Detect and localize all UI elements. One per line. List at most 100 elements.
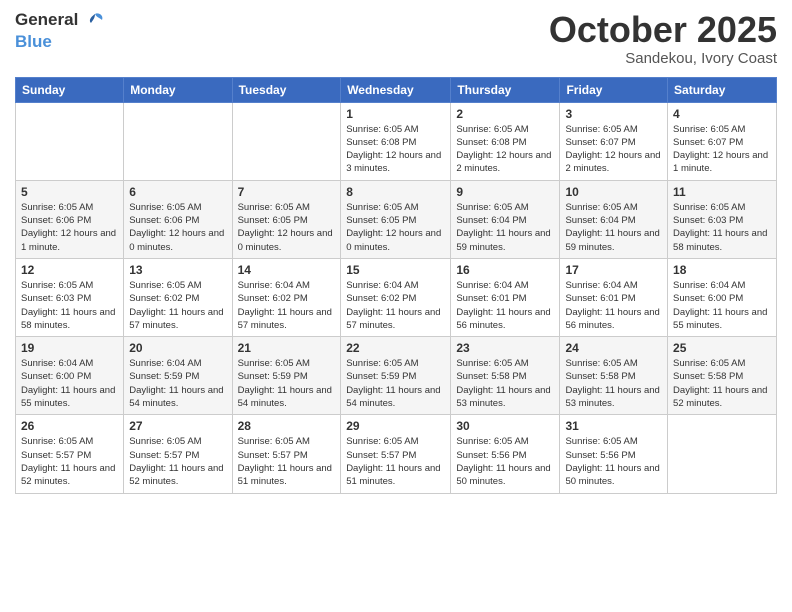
location: Sandekou, Ivory Coast [549,50,777,67]
calendar-cell: 17 Sunrise: 6:04 AM Sunset: 6:01 PM Dayli… [560,258,668,336]
calendar-week-row: 26 Sunrise: 6:05 AM Sunset: 5:57 PM Dayli… [16,415,777,493]
day-number: 13 [129,263,226,277]
day-number: 17 [565,263,662,277]
calendar-cell: 26Sunrise: 6:05 AM Sunset: 5:57 PM Dayli… [16,415,124,493]
day-info: Sunrise: 6:04 AM Sunset: 6:01 PM Dayligh… [565,279,662,332]
day-info: Sunrise: 6:05 AM Sunset: 5:56 PM Dayligh… [565,435,662,488]
col-monday: Monday [124,77,232,102]
day-info: Sunrise: 6:05 AM Sunset: 6:05 PM Dayligh… [346,201,445,254]
calendar-cell [668,415,777,493]
calendar-cell: 13 Sunrise: 6:05 AM Sunset: 6:02 PM Dayli… [124,258,232,336]
logo-general: General [15,10,78,29]
day-info: Sunrise: 6:05 AM Sunset: 6:03 PM Dayligh… [21,279,118,332]
month-title: October 2025 [549,10,777,50]
day-number: 30 [456,419,554,433]
calendar-cell: 28Sunrise: 6:05 AM Sunset: 5:57 PM Dayli… [232,415,341,493]
day-info: Sunrise: 6:04 AM Sunset: 6:00 PM Dayligh… [673,279,771,332]
calendar-cell: 8 Sunrise: 6:05 AM Sunset: 6:05 PM Daylig… [341,180,451,258]
day-number: 15 [346,263,445,277]
day-info: Sunrise: 6:05 AM Sunset: 5:57 PM Dayligh… [129,435,226,488]
calendar-cell: 21 Sunrise: 6:05 AM Sunset: 5:59 PM Dayli… [232,337,341,415]
day-number: 10 [565,185,662,199]
calendar-cell: 9Sunrise: 6:05 AM Sunset: 6:04 PM Daylig… [451,180,560,258]
calendar-week-row: 12 Sunrise: 6:05 AM Sunset: 6:03 PM Dayli… [16,258,777,336]
day-number: 2 [456,107,554,121]
day-number: 26 [21,419,118,433]
calendar-cell: 6 Sunrise: 6:05 AM Sunset: 6:06 PM Daylig… [124,180,232,258]
day-info: Sunrise: 6:05 AM Sunset: 6:06 PM Dayligh… [129,201,226,254]
day-info: Sunrise: 6:04 AM Sunset: 5:59 PM Dayligh… [129,357,226,410]
day-info: Sunrise: 6:05 AM Sunset: 5:58 PM Dayligh… [673,357,771,410]
day-info: Sunrise: 6:05 AM Sunset: 6:07 PM Dayligh… [673,123,771,176]
day-number: 29 [346,419,445,433]
calendar-cell [232,102,341,180]
calendar-week-row: 19 Sunrise: 6:04 AM Sunset: 6:00 PM Dayli… [16,337,777,415]
day-info: Sunrise: 6:05 AM Sunset: 6:08 PM Dayligh… [346,123,445,176]
calendar-cell: 4 Sunrise: 6:05 AM Sunset: 6:07 PM Daylig… [668,102,777,180]
calendar-cell: 22 Sunrise: 6:05 AM Sunset: 5:59 PM Dayli… [341,337,451,415]
calendar-cell: 16Sunrise: 6:04 AM Sunset: 6:01 PM Dayli… [451,258,560,336]
day-number: 3 [565,107,662,121]
calendar-cell: 14Sunrise: 6:04 AM Sunset: 6:02 PM Dayli… [232,258,341,336]
calendar-cell: 12 Sunrise: 6:05 AM Sunset: 6:03 PM Dayli… [16,258,124,336]
day-number: 27 [129,419,226,433]
calendar: Sunday Monday Tuesday Wednesday Thursday… [15,77,777,494]
col-wednesday: Wednesday [341,77,451,102]
day-number: 6 [129,185,226,199]
day-info: Sunrise: 6:05 AM Sunset: 5:59 PM Dayligh… [238,357,336,410]
calendar-cell: 1 Sunrise: 6:05 AM Sunset: 6:08 PM Daylig… [341,102,451,180]
col-sunday: Sunday [16,77,124,102]
calendar-cell: 24 Sunrise: 6:05 AM Sunset: 5:58 PM Dayli… [560,337,668,415]
day-number: 8 [346,185,445,199]
day-number: 22 [346,341,445,355]
calendar-cell: 3 Sunrise: 6:05 AM Sunset: 6:07 PM Daylig… [560,102,668,180]
day-number: 31 [565,419,662,433]
calendar-header-row: Sunday Monday Tuesday Wednesday Thursday… [16,77,777,102]
day-info: Sunrise: 6:05 AM Sunset: 6:07 PM Dayligh… [565,123,662,176]
day-number: 24 [565,341,662,355]
day-info: Sunrise: 6:05 AM Sunset: 6:02 PM Dayligh… [129,279,226,332]
day-info: Sunrise: 6:05 AM Sunset: 5:58 PM Dayligh… [565,357,662,410]
logo-text: General Blue [15,10,107,52]
day-info: Sunrise: 6:05 AM Sunset: 6:06 PM Dayligh… [21,201,118,254]
day-number: 25 [673,341,771,355]
day-info: Sunrise: 6:05 AM Sunset: 5:58 PM Dayligh… [456,357,554,410]
col-saturday: Saturday [668,77,777,102]
day-number: 7 [238,185,336,199]
col-friday: Friday [560,77,668,102]
day-number: 19 [21,341,118,355]
day-number: 4 [673,107,771,121]
calendar-cell: 11Sunrise: 6:05 AM Sunset: 6:03 PM Dayli… [668,180,777,258]
calendar-cell: 15 Sunrise: 6:04 AM Sunset: 6:02 PM Dayli… [341,258,451,336]
day-info: Sunrise: 6:05 AM Sunset: 5:57 PM Dayligh… [346,435,445,488]
day-number: 1 [346,107,445,121]
day-number: 14 [238,263,336,277]
logo: General Blue [15,10,107,52]
day-info: Sunrise: 6:05 AM Sunset: 5:57 PM Dayligh… [238,435,336,488]
calendar-cell: 20 Sunrise: 6:04 AM Sunset: 5:59 PM Dayli… [124,337,232,415]
logo-blue: Blue [15,32,52,51]
calendar-cell: 2 Sunrise: 6:05 AM Sunset: 6:08 PM Daylig… [451,102,560,180]
calendar-cell: 30Sunrise: 6:05 AM Sunset: 5:56 PM Dayli… [451,415,560,493]
day-number: 21 [238,341,336,355]
day-info: Sunrise: 6:04 AM Sunset: 6:02 PM Dayligh… [346,279,445,332]
day-info: Sunrise: 6:05 AM Sunset: 6:08 PM Dayligh… [456,123,554,176]
day-number: 11 [673,185,771,199]
calendar-cell [16,102,124,180]
day-info: Sunrise: 6:05 AM Sunset: 6:04 PM Dayligh… [565,201,662,254]
col-tuesday: Tuesday [232,77,341,102]
title-block: October 2025 Sandekou, Ivory Coast [549,10,777,67]
day-number: 20 [129,341,226,355]
day-info: Sunrise: 6:05 AM Sunset: 5:59 PM Dayligh… [346,357,445,410]
calendar-cell: 25 Sunrise: 6:05 AM Sunset: 5:58 PM Dayli… [668,337,777,415]
calendar-cell: 29 Sunrise: 6:05 AM Sunset: 5:57 PM Dayli… [341,415,451,493]
calendar-cell: 19 Sunrise: 6:04 AM Sunset: 6:00 PM Dayli… [16,337,124,415]
day-number: 12 [21,263,118,277]
calendar-week-row: 5 Sunrise: 6:05 AM Sunset: 6:06 PM Daylig… [16,180,777,258]
calendar-cell: 5 Sunrise: 6:05 AM Sunset: 6:06 PM Daylig… [16,180,124,258]
day-number: 18 [673,263,771,277]
calendar-cell: 23Sunrise: 6:05 AM Sunset: 5:58 PM Dayli… [451,337,560,415]
day-info: Sunrise: 6:04 AM Sunset: 6:00 PM Dayligh… [21,357,118,410]
calendar-cell: 7Sunrise: 6:05 AM Sunset: 6:05 PM Daylig… [232,180,341,258]
day-number: 5 [21,185,118,199]
